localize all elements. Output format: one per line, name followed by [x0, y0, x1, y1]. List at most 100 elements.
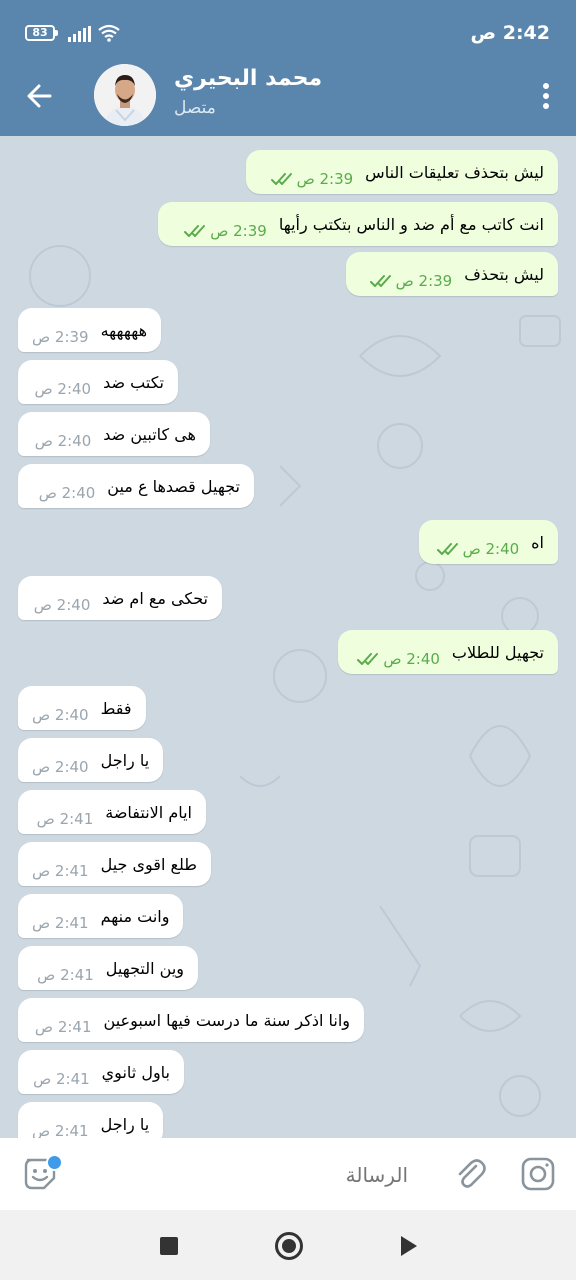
- incoming-message[interactable]: تكتب ضد 2:40 ص: [18, 360, 178, 404]
- message-time: 2:41 ص: [34, 1018, 92, 1036]
- contact-name[interactable]: محمد البحيري: [174, 66, 322, 91]
- message-time: 2:40 ص: [38, 484, 96, 502]
- message-meta: 2:40 ص: [32, 706, 89, 724]
- message-time: 2:40 ص: [34, 380, 92, 398]
- message-meta: 2:40 ص: [353, 650, 440, 668]
- message-meta: 2:40 ص: [35, 432, 92, 450]
- message-text: هى كاتبين ضد: [103, 424, 196, 444]
- navigation-bar: [0, 1210, 576, 1280]
- message-text: ليش بتحذف: [464, 264, 544, 284]
- message-meta: 2:40 ص: [32, 758, 89, 776]
- incoming-message[interactable]: هههههه 2:39 ص: [18, 308, 162, 352]
- recents-button[interactable]: [160, 1237, 178, 1255]
- message-time: 2:41 ص: [32, 914, 89, 932]
- message-meta: 2:41 ص: [37, 966, 94, 984]
- back-nav-button[interactable]: [401, 1236, 417, 1256]
- message-meta: 2:40 ص: [34, 596, 91, 614]
- incoming-message[interactable]: وانت منهم 2:41 ص: [18, 894, 184, 938]
- message-meta: 2:39 ص: [366, 272, 453, 290]
- message-time: 2:39 ص: [210, 222, 267, 240]
- back-arrow-icon[interactable]: [20, 78, 60, 114]
- message-text: يا راجل: [100, 750, 150, 770]
- message-meta: 2:41 ص: [37, 810, 94, 828]
- message-text: وانا اذكر سنة ما درست فيها اسبوعين: [103, 1010, 350, 1030]
- incoming-message[interactable]: طلع اقوى جيل 2:41 ص: [18, 842, 212, 886]
- paperclip-icon[interactable]: [452, 1156, 488, 1192]
- incoming-message[interactable]: يا راجل 2:40 ص: [18, 738, 164, 782]
- message-text: تجهيل قصدها ع مين: [107, 476, 240, 496]
- incoming-message[interactable]: تجهيل قصدها ع مين 2:40 ص: [18, 464, 254, 508]
- message-text: ليش بتحذف تعليقات الناس: [365, 162, 544, 182]
- message-time: 2:40 ص: [33, 596, 91, 614]
- message-text: هههههه: [100, 320, 148, 340]
- avatar[interactable]: [94, 64, 156, 126]
- incoming-message[interactable]: ايام الانتفاضة 2:41 ص: [18, 790, 206, 834]
- message-time: 2:39 ص: [296, 170, 354, 188]
- double-check-icon: [270, 173, 292, 185]
- message-meta: 2:39 ص: [180, 222, 267, 240]
- clock: 2:42 ص: [470, 22, 550, 44]
- signal-icon: [68, 26, 91, 42]
- incoming-message[interactable]: وين التجهيل 2:41 ص: [18, 946, 198, 990]
- message-text: فقط: [100, 698, 132, 718]
- contact-status: متصل: [174, 98, 216, 118]
- chat-area[interactable]: ليش بتحذف تعليقات الناس 2:39 ص انت كاتب مع…: [0, 136, 576, 1138]
- incoming-message[interactable]: تحكى مع ام ضد 2:40 ص: [18, 576, 222, 620]
- message-meta: 2:40 ص: [35, 380, 92, 398]
- message-text: ايام الانتفاضة: [105, 802, 192, 822]
- more-vertical-icon[interactable]: [540, 80, 552, 112]
- message-text: وانت منهم: [100, 906, 170, 926]
- message-text: تجهيل للطلاب: [451, 642, 544, 662]
- home-button[interactable]: [275, 1232, 303, 1260]
- message-text: طلع اقوى جيل: [100, 854, 198, 874]
- message-time: 2:41 ص: [37, 966, 94, 984]
- avatar-image: [94, 64, 156, 126]
- outgoing-message[interactable]: اه 2:40 ص: [418, 520, 558, 564]
- status-bar: 83 2:42 ص: [0, 0, 576, 56]
- outgoing-message[interactable]: ليش بتحذف تعليقات الناس 2:39 ص: [246, 150, 558, 194]
- message-meta: 2:41 ص: [35, 1018, 92, 1036]
- incoming-message[interactable]: فقط 2:40 ص: [18, 686, 146, 730]
- message-meta: 2:41 ص: [33, 1070, 90, 1088]
- outgoing-message[interactable]: تجهيل للطلاب 2:40 ص: [338, 630, 558, 674]
- message-text: باول ثانوي: [101, 1062, 170, 1082]
- message-meta: 2:41 ص: [32, 1122, 89, 1138]
- outgoing-message[interactable]: انت كاتب مع أم ضد و الناس بتكتب رأيها 2:3…: [158, 202, 558, 246]
- message-meta: 2:39 ص: [267, 170, 354, 188]
- message-text: يا راجل: [100, 1114, 150, 1134]
- incoming-message[interactable]: باول ثانوي 2:41 ص: [18, 1050, 184, 1094]
- chat-header: محمد البحيري متصل: [0, 56, 576, 136]
- message-time: 2:40 ص: [383, 650, 440, 668]
- message-time: 2:40 ص: [32, 758, 89, 776]
- double-check-icon: [184, 225, 206, 237]
- message-time: 2:41 ص: [32, 1122, 89, 1138]
- message-time: 2:41 ص: [33, 1070, 90, 1088]
- message-time: 2:41 ص: [32, 862, 89, 880]
- message-time: 2:40 ص: [462, 540, 520, 558]
- incoming-message[interactable]: وانا اذكر سنة ما درست فيها اسبوعين 2:41 ص: [18, 998, 364, 1042]
- notification-dot: [46, 1154, 63, 1171]
- input-bar: [0, 1138, 576, 1210]
- message-input[interactable]: [76, 1156, 410, 1194]
- message-text: وين التجهيل: [105, 958, 184, 978]
- message-time: 2:39 ص: [32, 328, 89, 346]
- message-text: تكتب ضد: [103, 372, 164, 392]
- message-time: 2:41 ص: [36, 810, 94, 828]
- message-text: انت كاتب مع أم ضد و الناس بتكتب رأيها: [278, 214, 544, 234]
- incoming-message[interactable]: هى كاتبين ضد 2:40 ص: [18, 412, 210, 456]
- incoming-message[interactable]: يا راجل 2:41 ص: [18, 1102, 164, 1138]
- message-meta: 2:39 ص: [32, 328, 89, 346]
- message-meta: 2:41 ص: [32, 914, 89, 932]
- double-check-icon: [357, 653, 379, 665]
- wifi-icon: [98, 24, 120, 42]
- message-meta: 2:40 ص: [433, 540, 520, 558]
- double-check-icon: [436, 543, 458, 555]
- double-check-icon: [369, 275, 391, 287]
- camera-icon[interactable]: [520, 1156, 556, 1192]
- message-time: 2:40 ص: [32, 706, 89, 724]
- message-time: 2:40 ص: [34, 432, 92, 450]
- message-text: اه: [531, 532, 544, 552]
- message-time: 2:39 ص: [395, 272, 453, 290]
- outgoing-message[interactable]: ليش بتحذف 2:39 ص: [346, 252, 558, 296]
- message-text: تحكى مع ام ضد: [102, 588, 208, 608]
